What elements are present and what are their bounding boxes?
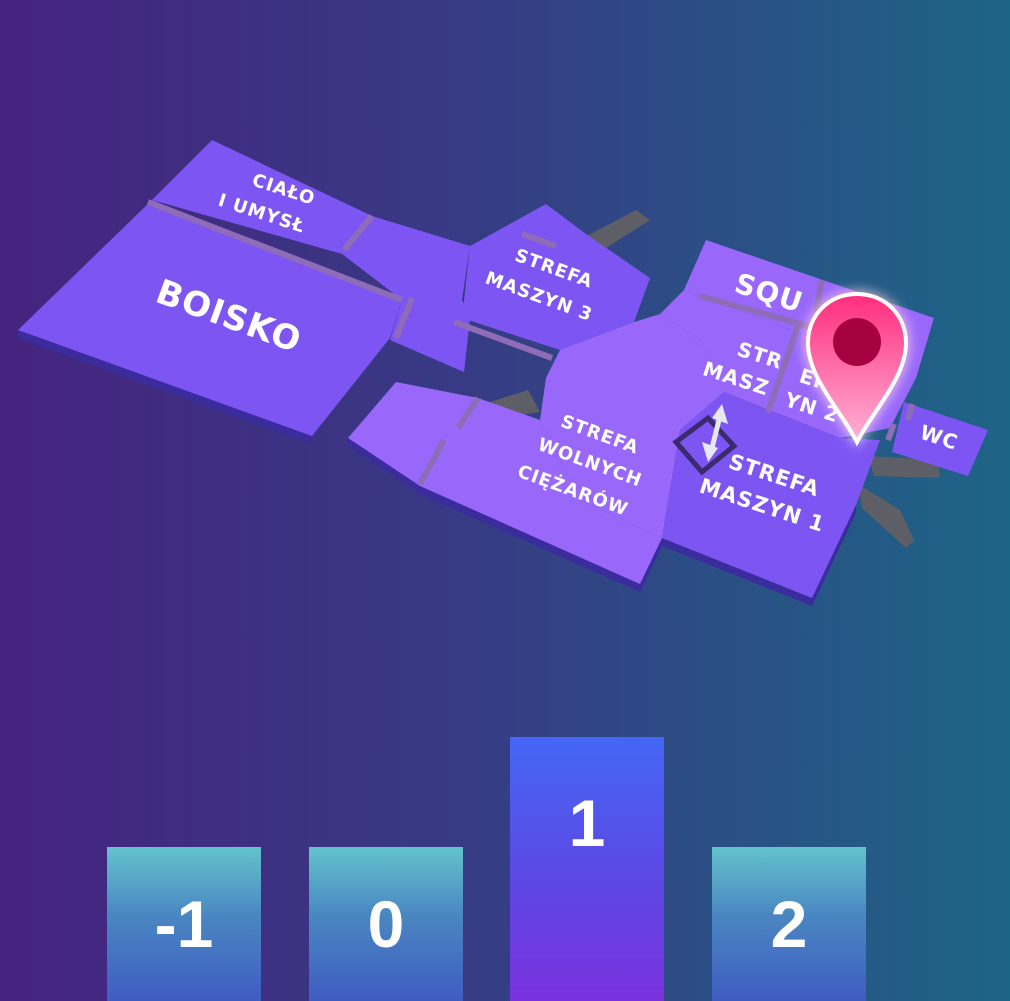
floor-button-1[interactable]: 1 [510,737,664,1001]
floor-button-minus-1[interactable]: -1 [107,847,261,1001]
floor-map[interactable]: CIAŁO I UMYSŁ BOISKO STREFA MASZYN 3 SQU… [0,0,1010,640]
floor-button-0[interactable]: 0 [309,847,463,1001]
floor-button-2[interactable]: 2 [712,847,866,1001]
